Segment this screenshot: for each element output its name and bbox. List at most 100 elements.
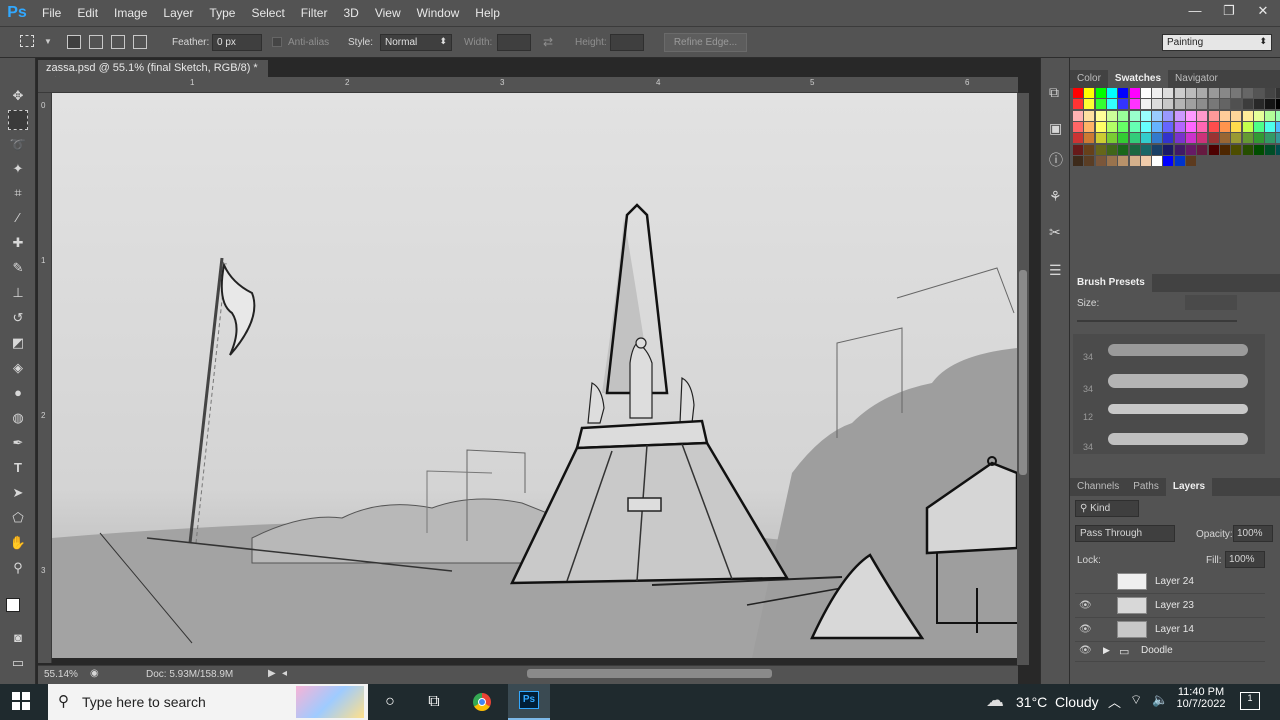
- color-swatch[interactable]: [1129, 99, 1140, 110]
- color-swatch[interactable]: [1106, 99, 1117, 110]
- status-menu-arrow-icon[interactable]: ▶: [268, 668, 276, 679]
- layer-group-row[interactable]: 👁 ▶ ▭ Doodle: [1075, 642, 1265, 662]
- shape-tool-icon[interactable]: ⬠: [8, 508, 28, 528]
- zoom-tool-icon[interactable]: ⚲: [8, 558, 28, 578]
- layer-kind-filter[interactable]: ⚲ Kind: [1075, 500, 1139, 517]
- layer-row[interactable]: Layer 24: [1075, 570, 1265, 594]
- color-swatch[interactable]: [1208, 88, 1219, 98]
- color-swatch[interactable]: [1095, 88, 1106, 98]
- brush-panel-icon[interactable]: ⚘: [1049, 188, 1062, 205]
- color-swatch[interactable]: [1208, 121, 1219, 132]
- color-swatch[interactable]: [1118, 144, 1129, 155]
- color-swatch[interactable]: [1129, 110, 1140, 121]
- color-swatch[interactable]: [1186, 121, 1196, 132]
- history-icon[interactable]: ⧉: [1049, 84, 1059, 101]
- menu-view[interactable]: View: [367, 6, 409, 20]
- color-swatch[interactable]: [1219, 121, 1230, 132]
- eye-icon[interactable]: 👁: [1079, 624, 1092, 635]
- info-icon[interactable]: ◉: [90, 668, 99, 679]
- zoom-level[interactable]: 55.14%: [44, 669, 78, 680]
- color-swatch[interactable]: [1276, 144, 1280, 155]
- color-swatch[interactable]: [1152, 99, 1163, 110]
- color-swatch[interactable]: [1219, 133, 1230, 144]
- restore-button[interactable]: ❐: [1212, 0, 1246, 26]
- color-swatch[interactable]: [1118, 133, 1129, 144]
- height-input[interactable]: [610, 34, 644, 51]
- color-swatch[interactable]: [1174, 88, 1185, 98]
- color-swatch[interactable]: [1219, 99, 1230, 110]
- menu-edit[interactable]: Edit: [69, 6, 106, 20]
- color-swatch[interactable]: [1140, 144, 1151, 155]
- menu-filter[interactable]: Filter: [293, 6, 336, 20]
- eye-icon[interactable]: 👁: [1079, 600, 1092, 611]
- color-swatch[interactable]: [1208, 133, 1219, 144]
- color-swatch[interactable]: [1106, 133, 1117, 144]
- color-swatch[interactable]: [1265, 110, 1276, 121]
- pen-tool-icon[interactable]: ✒: [8, 433, 28, 453]
- document-canvas[interactable]: [52, 93, 1017, 658]
- color-swatch[interactable]: [1219, 88, 1230, 98]
- color-swatch[interactable]: [1073, 155, 1083, 166]
- color-swatch[interactable]: [1231, 133, 1242, 144]
- color-swatch[interactable]: [1073, 133, 1083, 144]
- color-swatch[interactable]: [1219, 110, 1230, 121]
- quick-mask-icon[interactable]: ◙: [8, 628, 28, 648]
- color-swatch[interactable]: [1197, 88, 1208, 98]
- color-swatch[interactable]: [1152, 133, 1163, 144]
- color-swatch[interactable]: [1073, 110, 1083, 121]
- color-swatch[interactable]: [1084, 121, 1095, 132]
- tab-brush-presets[interactable]: Brush Presets: [1070, 274, 1152, 292]
- eraser-tool-icon[interactable]: ◩: [8, 333, 28, 353]
- clock[interactable]: 11:40 PM 10/7/2022: [1176, 686, 1226, 710]
- swap-icon[interactable]: ⇄: [543, 35, 553, 49]
- color-swatch[interactable]: [1242, 133, 1253, 144]
- color-swatch[interactable]: [1118, 155, 1129, 166]
- task-view-icon[interactable]: ⧉: [420, 690, 448, 714]
- color-swatch[interactable]: [1106, 144, 1117, 155]
- color-swatch[interactable]: [1276, 121, 1280, 132]
- weather-text[interactable]: 31°C Cloudy: [1016, 694, 1099, 710]
- lasso-tool-icon[interactable]: ➰: [8, 135, 28, 155]
- color-swatch[interactable]: [1084, 110, 1095, 121]
- clone-stamp-tool-icon[interactable]: ⊥: [8, 283, 28, 303]
- color-swatch[interactable]: [1265, 133, 1276, 144]
- workspace-select[interactable]: Painting ⬍: [1162, 34, 1272, 51]
- color-swatch[interactable]: [1253, 144, 1264, 155]
- chevron-up-icon[interactable]: ︿: [1108, 692, 1121, 711]
- menu-help[interactable]: Help: [467, 6, 508, 20]
- color-swatch[interactable]: [1163, 99, 1174, 110]
- color-swatch[interactable]: [1095, 155, 1106, 166]
- color-swatch[interactable]: [1095, 110, 1106, 121]
- minimize-button[interactable]: —: [1178, 0, 1212, 26]
- color-swatch[interactable]: [1265, 121, 1276, 132]
- color-swatch[interactable]: [1095, 99, 1106, 110]
- new-selection-icon[interactable]: [67, 35, 81, 49]
- color-swatch[interactable]: [1174, 110, 1185, 121]
- scroll-left-arrow-icon[interactable]: ◂: [282, 668, 287, 679]
- width-input[interactable]: [497, 34, 531, 51]
- feather-input[interactable]: 0 px: [212, 34, 262, 51]
- color-swatch[interactable]: [1186, 155, 1196, 166]
- blend-mode-select[interactable]: Pass Through: [1075, 525, 1175, 542]
- tool-presets-icon[interactable]: ✂: [1049, 224, 1061, 241]
- volume-icon[interactable]: 🔈: [1152, 692, 1168, 708]
- color-swatch[interactable]: [1276, 99, 1280, 110]
- color-swatch[interactable]: [1084, 133, 1095, 144]
- color-swatch[interactable]: [1276, 110, 1280, 121]
- color-swatch[interactable]: [1197, 144, 1208, 155]
- tab-layers[interactable]: Layers: [1165, 478, 1213, 496]
- brush-size-slider[interactable]: [1077, 320, 1237, 322]
- history-brush-tool-icon[interactable]: ↺: [8, 308, 28, 328]
- color-swatch[interactable]: [1152, 121, 1163, 132]
- menu-type[interactable]: Type: [201, 6, 243, 20]
- color-swatch[interactable]: [1242, 110, 1253, 121]
- intersect-selection-icon[interactable]: [133, 35, 147, 49]
- color-swatch[interactable]: [1095, 133, 1106, 144]
- color-swatch[interactable]: [1106, 88, 1117, 98]
- menu-window[interactable]: Window: [409, 6, 468, 20]
- tab-paths[interactable]: Paths: [1126, 478, 1166, 496]
- color-swatch[interactable]: [1186, 110, 1196, 121]
- color-swatch[interactable]: [1242, 144, 1253, 155]
- color-swatch[interactable]: [1152, 144, 1163, 155]
- windows-start-icon[interactable]: [12, 692, 30, 710]
